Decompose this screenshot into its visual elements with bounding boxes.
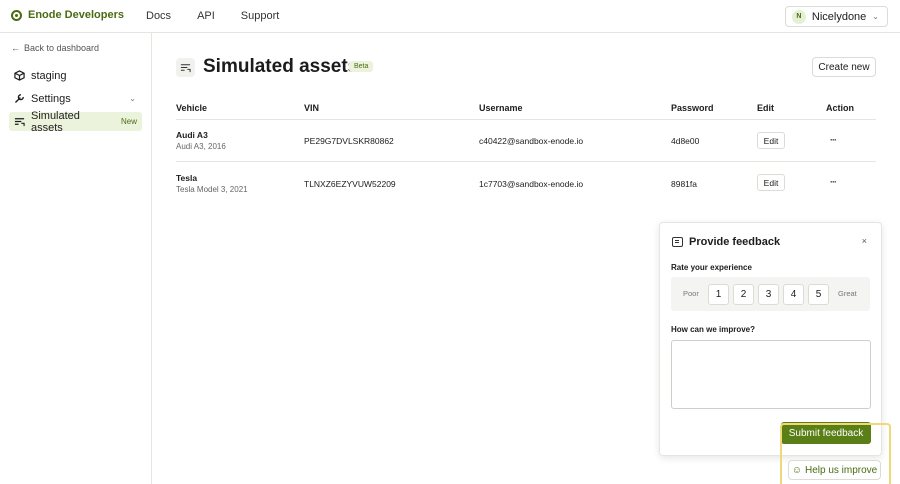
back-to-dashboard-link[interactable]: ← Back to dashboard [11,43,99,53]
page-title: Simulated assets [203,56,359,77]
vehicle-name: Tesla [176,173,198,183]
feedback-panel: Provide feedback × Rate your experience … [659,222,882,456]
column-header-action: Action [826,103,854,113]
vin-value: PE29G7DVLSKR80862 [304,136,394,146]
help-label: Help us improve [804,464,878,476]
feedback-circle-icon: ☺ [791,464,802,476]
rating-scale: Poor 1 2 3 4 5 Great [671,277,870,311]
username-value: 1c7703@sandbox-enode.io [479,179,584,189]
back-label: Back to dashboard [24,43,100,53]
column-header-password: Password [671,103,714,113]
nav-api[interactable]: API [197,10,215,22]
create-new-button[interactable]: Create new [812,57,876,77]
rating-3-button[interactable]: 3 [758,284,779,305]
edit-button[interactable]: Edit [757,132,785,149]
column-header-vehicle: Vehicle [176,103,208,113]
table-divider [176,119,876,120]
vehicle-model: Tesla Model 3, 2021 [176,185,248,194]
rating-great-label: Great [838,289,857,298]
chevron-down-icon: ⌄ [129,94,136,103]
edit-button[interactable]: Edit [757,174,785,191]
vehicle-name: Audi A3 [176,130,208,140]
improve-textarea[interactable] [671,340,871,409]
column-header-edit: Edit [757,103,774,113]
top-nav: Docs API Support [146,10,279,22]
brand-name: Enode Developers [28,9,124,21]
sidebar-item-label: Settings [31,92,71,105]
improve-label: How can we improve? [671,325,756,334]
password-value: 4d8e00 [671,136,700,146]
feedback-message-icon [672,237,683,247]
help-us-improve-button[interactable]: ☺ Help us improve [788,460,881,480]
sidebar-item-simulated-assets[interactable]: Simulated assets New [9,109,142,134]
rating-1-button[interactable]: 1 [708,284,729,305]
vehicle-model: Audi A3, 2016 [176,142,226,151]
cube-icon [14,70,25,81]
nav-docs[interactable]: Docs [146,10,171,22]
top-bar: Enode Developers Docs API Support N Nice… [0,0,900,33]
rating-5-button[interactable]: 5 [808,284,829,305]
more-actions-icon[interactable]: ··· [830,135,837,145]
enode-logo-icon [11,9,22,21]
simulated-assets-icon [176,58,195,77]
feedback-title: Provide feedback [689,236,781,248]
user-menu[interactable]: N Nicelydone ⌄ [784,6,888,27]
password-value: 8981fa [671,179,697,189]
sliders-icon [14,116,25,127]
beta-badge: Beta [349,61,374,72]
more-actions-icon[interactable]: ··· [830,177,837,187]
rating-4-button[interactable]: 4 [783,284,804,305]
table-divider [176,161,876,162]
wrench-icon [14,93,25,104]
rating-2-button[interactable]: 2 [733,284,754,305]
username-value: c40422@sandbox-enode.io [479,136,584,146]
rating-poor-label: Poor [683,289,699,298]
vin-value: TLNXZ6EZYVUW52209 [304,179,396,189]
sidebar-item-settings[interactable]: Settings ⌄ [9,89,142,108]
close-icon[interactable]: × [862,236,867,246]
sidebar-item-label: staging [31,69,67,82]
rate-experience-label: Rate your experience [671,263,752,272]
column-header-username: Username [479,103,523,113]
user-name: Nicelydone [811,10,867,23]
sidebar-item-label: Simulated assets [31,109,80,134]
brand-logo[interactable]: Enode Developers [11,9,124,21]
chevron-down-icon: ⌄ [872,12,879,21]
arrow-left-icon: ← [11,43,20,53]
sidebar-item-staging[interactable]: staging [9,66,142,85]
avatar: N [791,9,806,24]
column-header-vin: VIN [304,103,320,113]
new-badge: New [120,117,137,126]
sidebar: ← Back to dashboard staging Settings ⌄ S… [0,33,152,484]
nav-support[interactable]: Support [241,10,280,22]
